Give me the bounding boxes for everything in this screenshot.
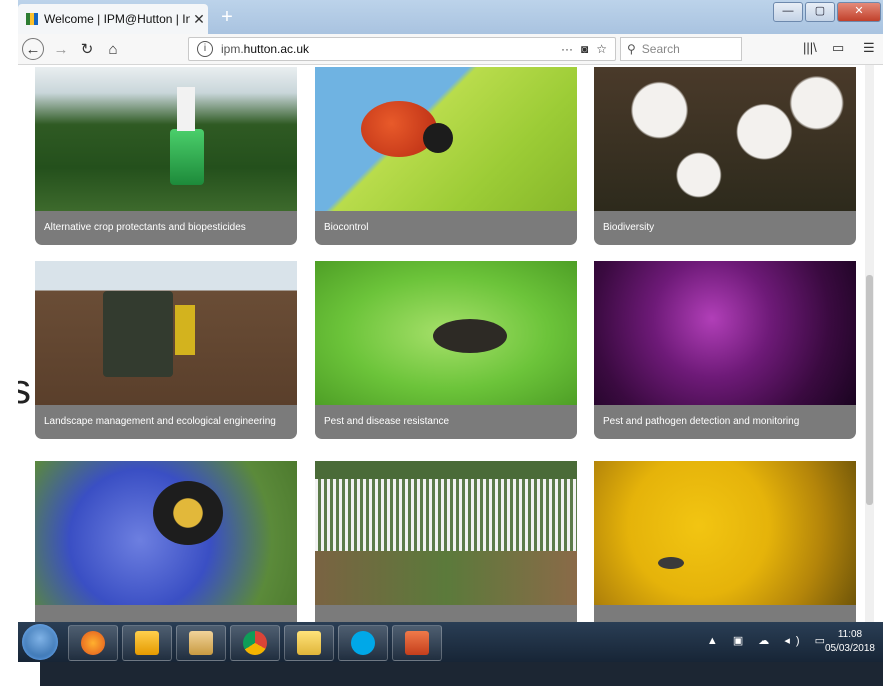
file-explorer-icon: [189, 631, 213, 655]
card-label: Pest and disease resistance: [324, 416, 450, 427]
card-label: Alternative crop protectants and biopest…: [44, 222, 246, 233]
card-landscape-management[interactable]: Landscape management and ecological engi…: [35, 261, 297, 439]
card-pest-disease-resistance[interactable]: Pest and disease resistance: [315, 261, 577, 439]
card-image: [35, 461, 297, 605]
site-info-icon[interactable]: i: [197, 41, 213, 57]
folder-icon: [297, 631, 321, 655]
card-insect-on-flower[interactable]: [594, 461, 856, 622]
skype-icon: [351, 631, 375, 655]
card-alternative-crop-protectants[interactable]: Alternative crop protectants and biopest…: [35, 67, 297, 245]
back-button[interactable]: ←: [22, 38, 44, 60]
card-image: [35, 67, 297, 211]
card-image: [594, 461, 856, 605]
page-actions-icon[interactable]: ···: [561, 42, 573, 56]
card-label: [315, 605, 577, 622]
card-label: Pest and pathogen detection and monitori…: [603, 416, 800, 427]
card-image: [315, 461, 577, 605]
url-host: ipm.: [221, 42, 244, 56]
url-text[interactable]: ipm.hutton.ac.uk: [221, 42, 561, 56]
navigation-toolbar: ← → ↻ ⌂ i ipm.hutton.ac.uk ··· ◙ ☆ ⚲ Sea…: [18, 34, 883, 65]
powerpoint-icon: [405, 631, 429, 655]
card-label: Biocontrol: [324, 222, 369, 233]
card-label: Landscape management and ecological engi…: [44, 416, 276, 427]
reload-icon: ↻: [80, 41, 94, 58]
taskbar-file-explorer[interactable]: [176, 625, 226, 661]
outlook-icon: [135, 631, 159, 655]
page-content: s Alternative crop protectants and biope…: [18, 65, 874, 622]
card-image: [315, 67, 577, 211]
reload-button[interactable]: ↻: [76, 38, 98, 60]
home-button[interactable]: ⌂: [102, 38, 124, 60]
clock[interactable]: 11:08 05/03/2018: [825, 628, 875, 656]
card-pollinators[interactable]: [35, 461, 297, 622]
taskbar-chrome[interactable]: [230, 625, 280, 661]
clock-date: 05/03/2018: [824, 643, 875, 654]
browser-tab[interactable]: Welcome | IPM@Hutton | Integ ✕: [18, 4, 208, 34]
taskbar-skype[interactable]: [338, 625, 388, 661]
card-label: [35, 605, 297, 622]
bookmark-star-icon[interactable]: ☆: [596, 42, 607, 56]
card-label: Biodiversity: [603, 222, 655, 233]
card-image: [594, 67, 856, 211]
taskbar-powerpoint[interactable]: [392, 625, 442, 661]
start-button[interactable]: [22, 624, 58, 660]
system-tray[interactable]: ▲ ▣ ☁ ◂) ▭: [707, 634, 831, 647]
desk-background: [40, 662, 883, 686]
window-controls: — ▢ ✕: [773, 2, 881, 22]
page-scrollbar[interactable]: [865, 65, 874, 622]
browser-titlebar: Welcome | IPM@Hutton | Integ ✕ + — ▢ ✕: [18, 0, 883, 34]
chrome-icon: [243, 631, 267, 655]
card-label: [594, 605, 856, 622]
tab-close-icon[interactable]: ✕: [190, 11, 208, 28]
search-icon: ⚲: [627, 42, 636, 56]
library-icon[interactable]: |||\: [803, 40, 817, 55]
home-icon: ⌂: [108, 40, 118, 58]
windows-taskbar: ▲ ▣ ☁ ◂) ▭ 11:08 05/03/2018: [18, 622, 883, 662]
forward-arrow-icon: →: [53, 40, 69, 58]
card-image: [594, 261, 856, 405]
taskbar-folder[interactable]: [284, 625, 334, 661]
card-biocontrol[interactable]: Biocontrol: [315, 67, 577, 245]
site-favicon: [26, 13, 38, 25]
card-biodiversity[interactable]: Biodiversity: [594, 67, 856, 245]
tab-title: Welcome | IPM@Hutton | Integ: [44, 12, 190, 26]
side-heading-fragment: s: [18, 365, 31, 412]
firefox-icon: [81, 631, 105, 655]
search-box[interactable]: ⚲ Search: [620, 37, 742, 61]
forward-button[interactable]: →: [50, 38, 72, 60]
taskbar-firefox[interactable]: [68, 625, 118, 661]
back-arrow-icon: ←: [25, 40, 41, 58]
taskbar-outlook[interactable]: [122, 625, 172, 661]
maximize-button[interactable]: ▢: [805, 2, 835, 22]
search-placeholder: Search: [641, 42, 680, 56]
new-tab-button[interactable]: +: [216, 6, 238, 28]
menu-icon[interactable]: ☰: [863, 40, 875, 56]
pocket-icon[interactable]: ◙: [581, 42, 588, 56]
minimize-button[interactable]: —: [773, 2, 803, 22]
clock-time: 11:08: [837, 629, 863, 640]
url-domain: hutton.ac.uk: [243, 42, 310, 56]
card-pest-pathogen-detection[interactable]: Pest and pathogen detection and monitori…: [594, 261, 856, 439]
card-field-trials[interactable]: [315, 461, 577, 622]
card-image: [35, 261, 297, 405]
close-window-button[interactable]: ✕: [837, 2, 881, 22]
address-bar[interactable]: i ipm.hutton.ac.uk ··· ◙ ☆: [188, 37, 616, 61]
card-image: [315, 261, 577, 405]
sidebar-icon[interactable]: ▭: [832, 40, 844, 56]
scrollbar-thumb[interactable]: [866, 275, 873, 505]
